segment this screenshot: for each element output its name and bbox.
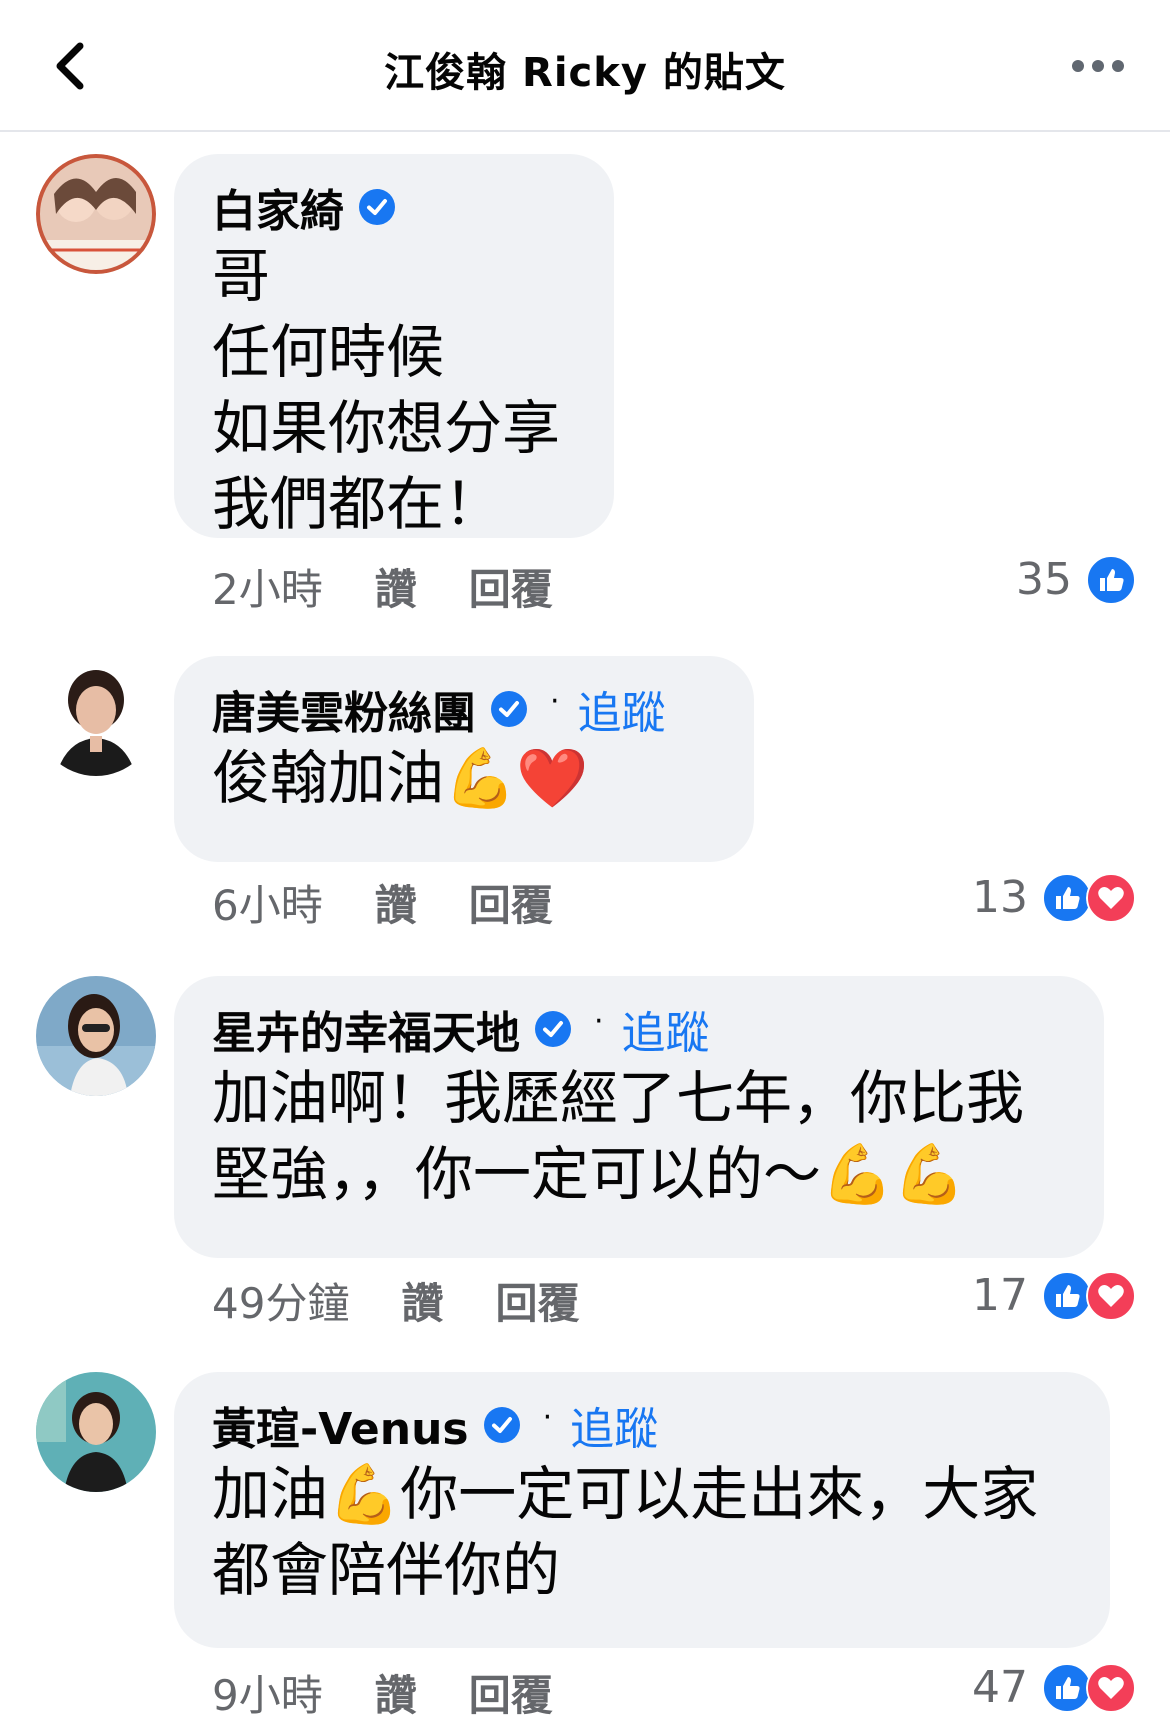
- like-icon: [1042, 1662, 1092, 1713]
- comment-text: 加油啊！我歷經了七年，你比我 堅強，，你一定可以的～💪💪: [212, 1064, 1025, 1208]
- avatar[interactable]: [36, 154, 156, 274]
- reaction-count: 47: [972, 1662, 1028, 1713]
- comment-bubble: 白家綺 哥 任何時候 如果你想分享 我們都在！: [174, 154, 614, 538]
- like-icon: [1042, 1270, 1092, 1321]
- avatar[interactable]: [36, 656, 156, 776]
- reaction-summary[interactable]: 17: [972, 1270, 1136, 1321]
- like-button[interactable]: 讚: [375, 881, 417, 930]
- like-button[interactable]: 讚: [375, 1671, 417, 1720]
- follow-button[interactable]: 追蹤: [578, 677, 666, 741]
- follow-button[interactable]: 追蹤: [570, 1393, 658, 1457]
- like-icon: [1086, 554, 1136, 605]
- comment-bubble: 黃瑄-Venus · 追蹤 加油💪你一定可以走出來，大家 都會陪伴你的: [174, 1372, 1110, 1648]
- love-icon: [1086, 1662, 1136, 1713]
- comment-timestamp: 2小時: [212, 565, 323, 614]
- avatar[interactable]: [36, 1372, 156, 1492]
- reaction-count: 13: [972, 872, 1028, 923]
- reaction-summary[interactable]: 47: [972, 1662, 1136, 1713]
- reaction-count: 17: [972, 1270, 1028, 1321]
- comment-author[interactable]: 白家綺: [212, 175, 344, 239]
- page-title: 江俊翰 Ricky 的貼文: [384, 50, 786, 96]
- comment-text: 俊翰加油💪❤️: [212, 744, 589, 812]
- comment-author[interactable]: 唐美雲粉絲團: [212, 677, 476, 741]
- reply-button[interactable]: 回覆: [495, 1279, 579, 1328]
- comment-timestamp: 9小時: [212, 1671, 323, 1720]
- comment-meta: 49分鐘 讚 回覆: [212, 1270, 631, 1331]
- verified-badge-icon: [491, 691, 527, 727]
- reply-button[interactable]: 回覆: [469, 881, 553, 930]
- comment-timestamp: 6小時: [212, 881, 323, 930]
- reaction-summary[interactable]: 13: [972, 872, 1136, 923]
- reply-button[interactable]: 回覆: [469, 565, 553, 614]
- follow-button[interactable]: 追蹤: [622, 997, 710, 1061]
- reaction-count: 35: [1016, 554, 1072, 605]
- reaction-summary[interactable]: 35: [1016, 554, 1136, 605]
- comment-meta: 9小時 讚 回覆: [212, 1662, 605, 1723]
- separator-dot: ·: [542, 1399, 553, 1435]
- verified-badge-icon: [483, 1407, 520, 1443]
- top-bar: 江俊翰 Ricky 的貼文: [0, 0, 1170, 132]
- comment-bubble: 星卉的幸福天地 · 追蹤 加油啊！我歷經了七年，你比我 堅強，，你一定可以的～💪…: [174, 976, 1104, 1258]
- comment-meta: 2小時 讚 回覆: [212, 556, 605, 617]
- verified-badge-icon: [535, 1011, 571, 1047]
- like-button[interactable]: 讚: [375, 565, 417, 614]
- avatar[interactable]: [36, 976, 156, 1096]
- comment-timestamp: 49分鐘: [212, 1279, 350, 1328]
- comment-author[interactable]: 黃瑄-Venus: [212, 1393, 469, 1457]
- verified-badge-icon: [359, 189, 395, 225]
- love-icon: [1086, 872, 1136, 923]
- more-options-icon[interactable]: [1068, 48, 1128, 84]
- comment-author[interactable]: 星卉的幸福天地: [212, 997, 520, 1061]
- comment-meta: 6小時 讚 回覆: [212, 872, 605, 933]
- separator-dot: ·: [594, 1003, 604, 1039]
- comment-text: 加油💪你一定可以走出來，大家 都會陪伴你的: [212, 1460, 1039, 1604]
- love-icon: [1086, 1270, 1136, 1321]
- like-button[interactable]: 讚: [401, 1279, 443, 1328]
- comment-text: 哥 任何時候 如果你想分享 我們都在！: [212, 242, 561, 538]
- separator-dot: ·: [550, 683, 560, 719]
- reply-button[interactable]: 回覆: [469, 1671, 553, 1720]
- comment-bubble: 唐美雲粉絲團 · 追蹤 俊翰加油💪❤️: [174, 656, 754, 862]
- like-icon: [1042, 872, 1092, 923]
